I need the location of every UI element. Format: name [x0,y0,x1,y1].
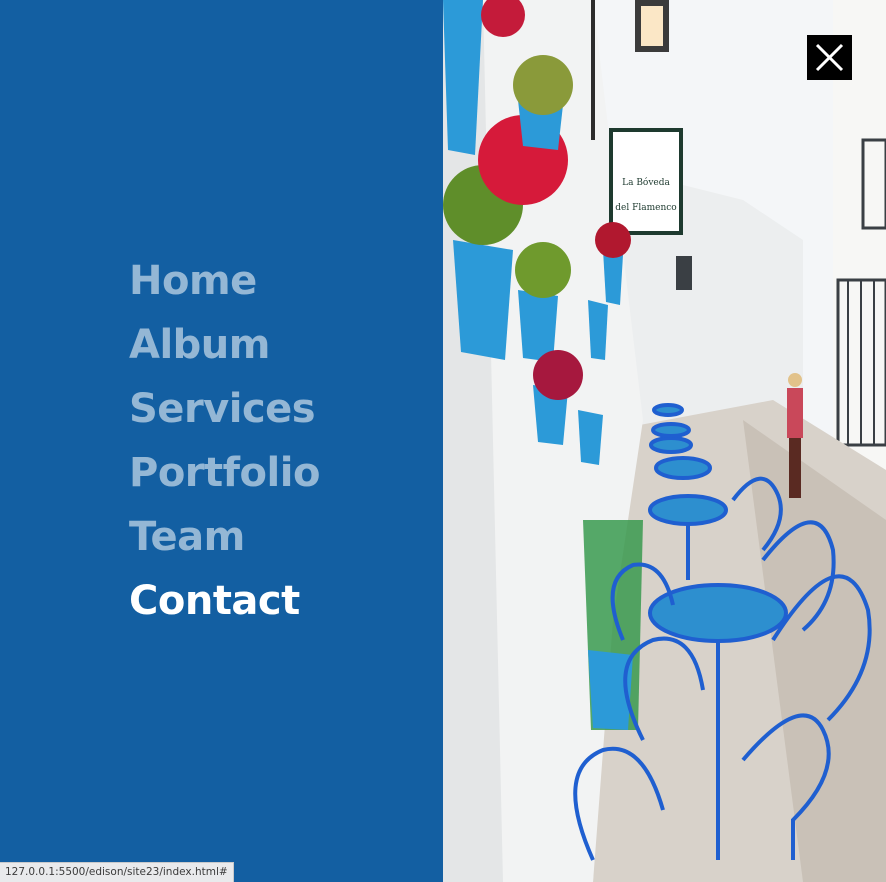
nav-item-contact[interactable]: Contact [129,572,320,636]
nav-item-team[interactable]: Team [129,508,320,572]
nav-item-home[interactable]: Home [129,252,320,316]
nav-item-services[interactable]: Services [129,380,320,444]
street-illustration: La Bóveda del Flamenco [443,0,886,882]
nav-item-portfolio[interactable]: Portfolio [129,444,320,508]
close-button[interactable] [807,35,852,80]
sign-text-2: del Flamenco [615,203,676,213]
sign-text-1: La Bóveda [622,177,670,188]
nav-item-album[interactable]: Album [129,316,320,380]
close-icon [815,43,844,72]
browser-status-bar: 127.0.0.1:5500/edison/site23/index.html# [0,862,234,882]
street-photo: La Bóveda del Flamenco [443,0,886,882]
nav-menu: Home Album Services Portfolio Team Conta… [129,252,320,636]
overlay-menu-panel: Home Album Services Portfolio Team Conta… [0,0,443,882]
